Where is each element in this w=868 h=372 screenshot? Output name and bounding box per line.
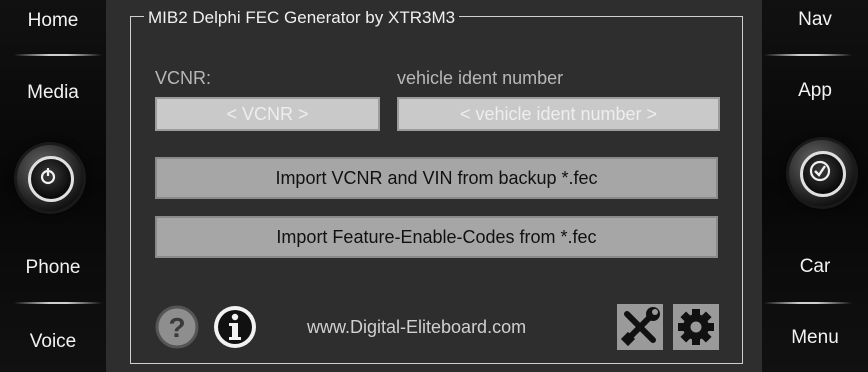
voice-button[interactable]: Voice <box>0 331 106 353</box>
vcnr-input[interactable] <box>155 97 380 131</box>
divider <box>14 302 102 304</box>
vin-input[interactable] <box>397 97 720 131</box>
car-button[interactable]: Car <box>762 256 868 278</box>
menu-button[interactable]: Menu <box>762 327 868 349</box>
import-fec-button[interactable]: Import Feature-Enable-Codes from *.fec <box>155 216 718 258</box>
info-icon[interactable] <box>212 304 258 355</box>
right-rotary-knob[interactable] <box>789 140 855 206</box>
website-link[interactable]: www.Digital-Eliteboard.com <box>307 317 526 338</box>
divider <box>14 54 102 56</box>
divider <box>764 54 852 56</box>
main-screen: MIB2 Delphi FEC Generator by XTR3M3 VCNR… <box>106 0 762 372</box>
left-hardware-panel: Home Media Phone Voice <box>0 0 106 372</box>
tools-icon[interactable] <box>617 304 663 355</box>
home-button[interactable]: Home <box>0 10 106 32</box>
power-icon <box>40 168 56 185</box>
svg-text:?: ? <box>168 312 185 343</box>
phone-button[interactable]: Phone <box>0 257 106 279</box>
help-icon[interactable]: ? <box>154 304 200 355</box>
divider <box>764 302 852 304</box>
media-button[interactable]: Media <box>0 82 106 104</box>
nav-button[interactable]: Nav <box>762 9 868 31</box>
window-title: MIB2 Delphi FEC Generator by XTR3M3 <box>144 8 460 28</box>
vcnr-label: VCNR: <box>155 68 212 88</box>
right-hardware-panel: Nav App Car Menu <box>762 0 868 372</box>
check-icon <box>809 160 831 182</box>
left-rotary-knob[interactable] <box>17 145 83 211</box>
vin-label: vehicle ident number <box>397 68 564 88</box>
app-button[interactable]: App <box>762 80 868 102</box>
settings-icon[interactable] <box>673 304 719 355</box>
import-vcnr-vin-button[interactable]: Import VCNR and VIN from backup *.fec <box>155 157 718 199</box>
